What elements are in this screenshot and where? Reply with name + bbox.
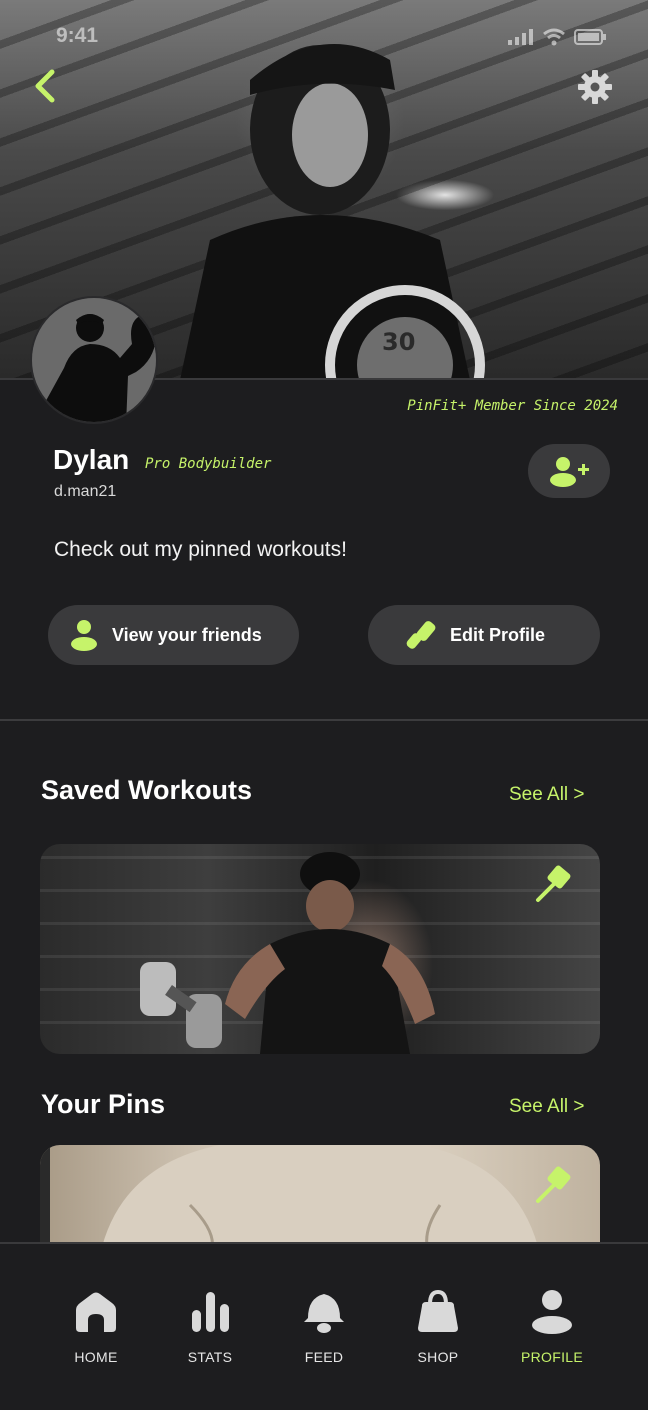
section-divider: [0, 719, 648, 721]
tab-shop[interactable]: SHOP: [388, 1288, 488, 1365]
add-person-icon: [550, 457, 589, 487]
saved-workouts-see-all-link[interactable]: See All >: [509, 784, 585, 806]
pin-card[interactable]: [40, 1145, 600, 1255]
status-time: 9:41: [56, 24, 99, 47]
profile-username: d.man21: [54, 483, 117, 500]
home-icon: [76, 1292, 116, 1332]
stats-icon: [192, 1292, 229, 1332]
signal-icon: [508, 29, 533, 45]
edit-profile-button[interactable]: Edit Profile: [368, 605, 600, 665]
cover-athlete-image: 30: [180, 44, 485, 378]
tab-stats[interactable]: STATS: [160, 1288, 260, 1365]
saved-workout-card[interactable]: [40, 844, 600, 1054]
profile-bio: Check out my pinned workouts!: [54, 538, 347, 561]
tab-shop-label: SHOP: [417, 1349, 459, 1365]
tab-feed-label: FEED: [304, 1349, 344, 1365]
wifi-icon: [543, 28, 565, 46]
bell-icon: [304, 1294, 344, 1333]
view-friends-label: View your friends: [112, 624, 262, 645]
profile-tagline: Pro Bodybuilder: [145, 456, 272, 472]
add-friend-button[interactable]: [528, 444, 610, 498]
pin-icon[interactable]: [534, 864, 574, 904]
person-icon: [532, 1290, 572, 1334]
pin-image: [40, 1145, 540, 1255]
saved-workouts-title: Saved Workouts: [41, 775, 253, 805]
back-button[interactable]: [26, 64, 66, 108]
pencil-icon: [406, 619, 438, 651]
bodybuilder-silhouette-icon: [32, 298, 156, 422]
tab-home-label: HOME: [74, 1349, 118, 1365]
edit-profile-label: Edit Profile: [450, 624, 546, 645]
profile-name: Dylan: [53, 444, 130, 475]
bag-icon: [418, 1289, 458, 1332]
your-pins-see-all-link[interactable]: See All >: [509, 1096, 585, 1118]
avatar[interactable]: [30, 296, 158, 424]
tab-feed[interactable]: FEED: [274, 1288, 374, 1365]
tab-profile[interactable]: PROFILE: [502, 1288, 602, 1365]
workout-athlete-image: [140, 852, 435, 1054]
view-friends-button[interactable]: View your friends: [48, 605, 299, 665]
svg-text:30: 30: [382, 328, 415, 356]
pin-icon[interactable]: [534, 1165, 574, 1205]
status-icons: [508, 28, 606, 46]
tab-profile-label: PROFILE: [520, 1349, 583, 1365]
member-since-label: PinFit+ Member Since 2024: [407, 398, 618, 414]
battery-icon: [574, 29, 606, 45]
tab-home[interactable]: HOME: [46, 1288, 146, 1365]
settings-gear-icon[interactable]: [576, 68, 614, 106]
bottom-tab-bar: HOME STATS FEED SHOP PROFILE: [0, 1242, 648, 1410]
person-icon: [68, 619, 100, 651]
tab-stats-label: STATS: [187, 1349, 233, 1365]
your-pins-title: Your Pins: [41, 1089, 166, 1119]
